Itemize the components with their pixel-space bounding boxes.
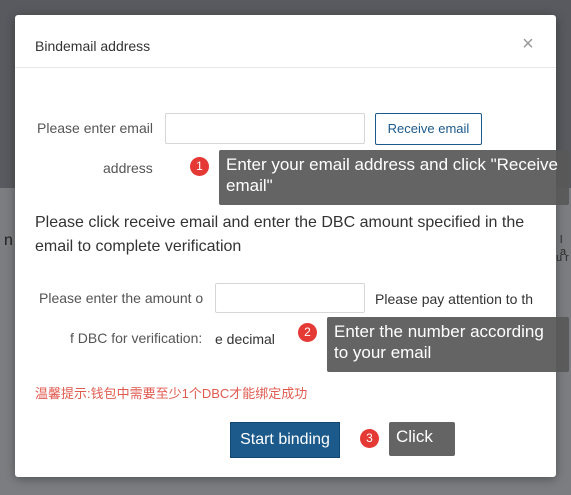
tooltip-step-1: Enter your email address and click "Rece… bbox=[219, 150, 569, 205]
background-text-fragment: n bbox=[4, 232, 13, 249]
bind-email-dialog: Bindemail address × Please enter email a… bbox=[15, 15, 556, 477]
dialog-header: Bindemail address × bbox=[15, 15, 556, 68]
step-badge-1: 1 bbox=[190, 157, 209, 176]
step-badge-2: 2 bbox=[298, 323, 317, 342]
email-label-line1: Please enter email bbox=[37, 120, 153, 136]
background-text-fragment: u r bbox=[556, 252, 569, 264]
email-label-line2: address bbox=[103, 160, 153, 176]
amount-label-line1: Please enter the amount o bbox=[39, 290, 204, 306]
verification-instruction: Please click receive email and enter the… bbox=[35, 214, 525, 255]
start-binding-button[interactable]: Start binding bbox=[230, 422, 340, 458]
wallet-warning: 温馨提示:钱包中需要至少1个DBC才能绑定成功 bbox=[35, 386, 308, 401]
dialog-title: Bindemail address bbox=[35, 38, 151, 54]
decimal-note-line2: e decimal bbox=[215, 331, 275, 347]
decimal-note-line1: Please pay attention to th bbox=[375, 291, 533, 307]
tooltip-step-2: Enter the number according to your email bbox=[327, 317, 569, 372]
email-input[interactable] bbox=[165, 113, 365, 144]
amount-label-line2: f DBC for verification: bbox=[70, 330, 203, 346]
tooltip-step-3: Click bbox=[389, 422, 455, 456]
step-badge-3: 3 bbox=[360, 429, 379, 448]
close-icon[interactable]: × bbox=[519, 34, 537, 54]
receive-email-button[interactable]: Receive email bbox=[375, 113, 482, 145]
dbc-amount-input[interactable] bbox=[215, 283, 365, 313]
